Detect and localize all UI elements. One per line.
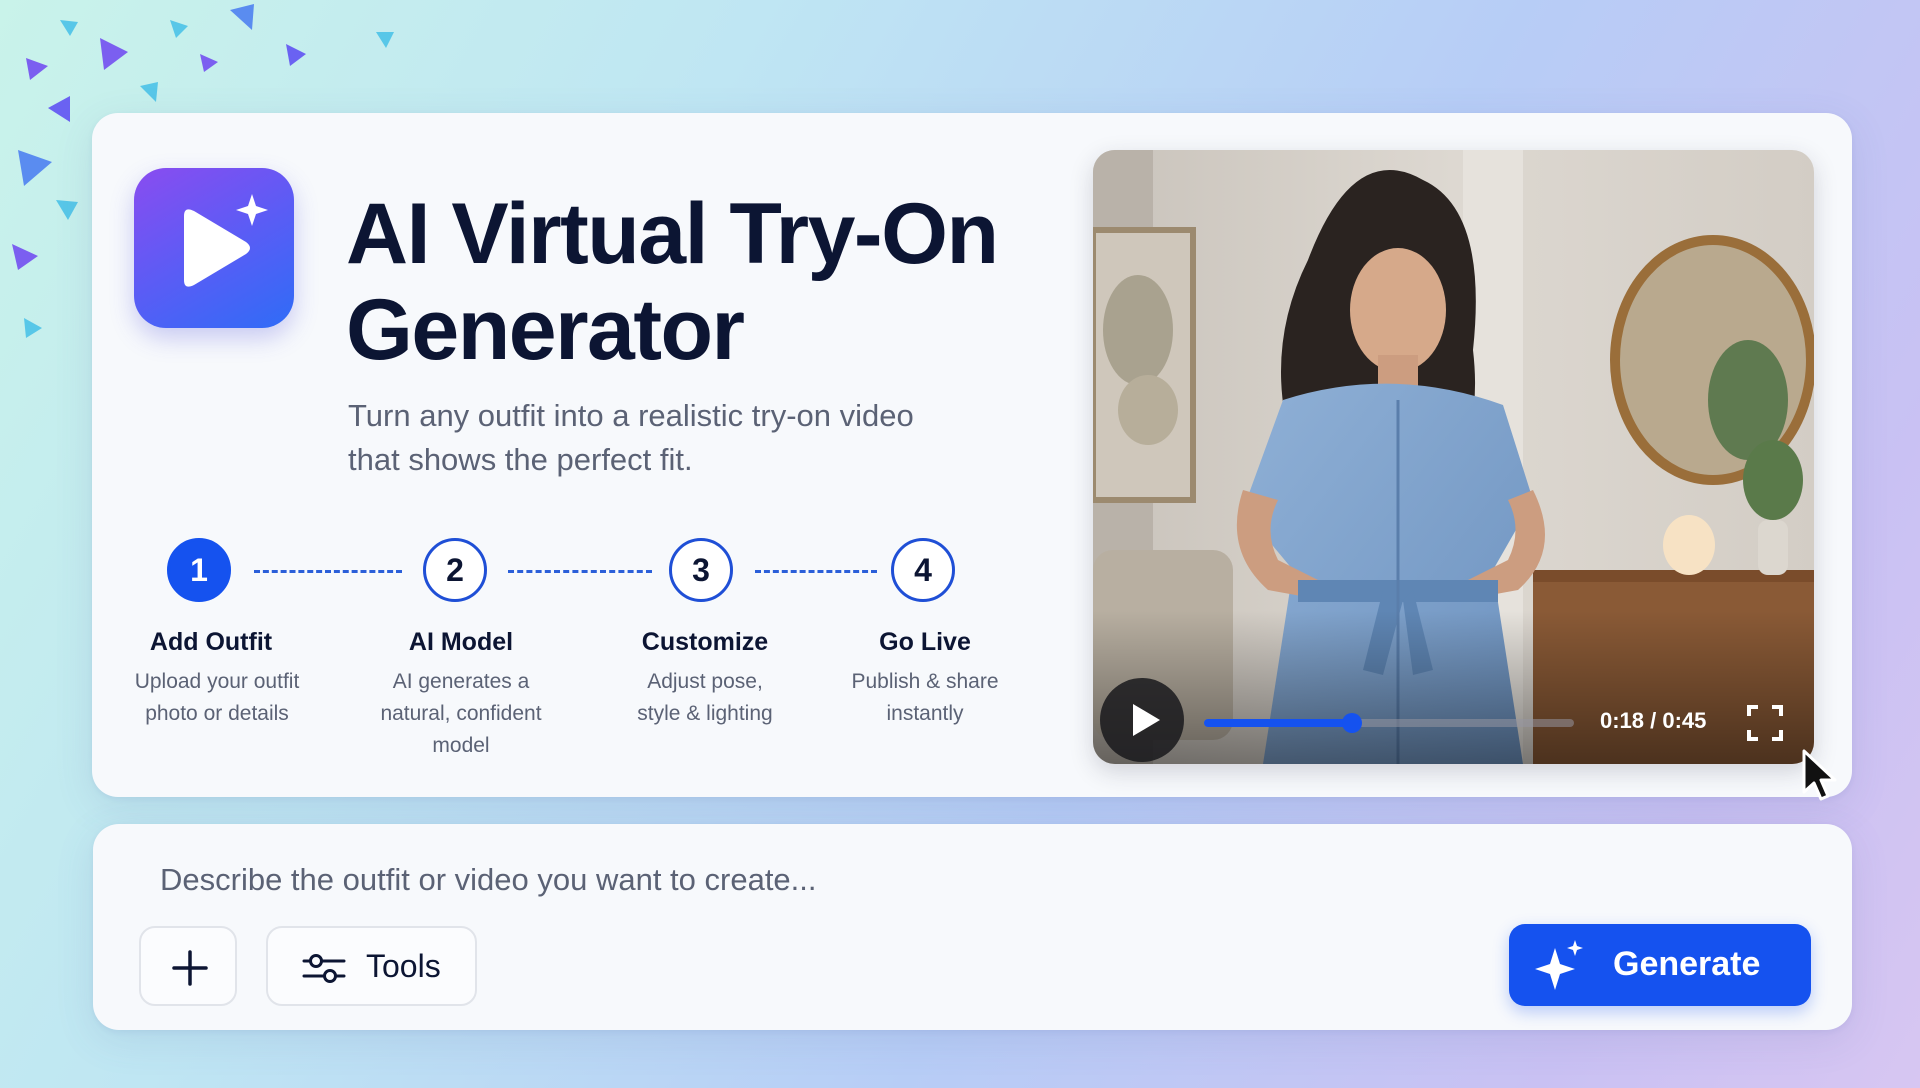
subtitle-line-2: that shows the perfect fit. (348, 442, 693, 477)
step-1-desc-line: Upload your outfit (134, 670, 300, 693)
sparkle-icon (1535, 940, 1583, 990)
tools-label: Tools (366, 948, 441, 984)
step-4-badge[interactable]: 4 (891, 538, 955, 602)
step-2-desc-line: AI generates a (392, 670, 530, 693)
step-1-title: Add Outfit (149, 628, 273, 656)
video-progress-bar[interactable] (1204, 713, 1574, 733)
prompt-input[interactable]: Describe the outfit or video you want to… (160, 862, 817, 898)
video-player[interactable] (1093, 150, 1814, 764)
app-logo (134, 168, 294, 328)
sliders-icon (302, 954, 346, 983)
step-4-desc: Publish & share instantly (815, 666, 1035, 730)
step-4-title: Go Live (879, 628, 971, 656)
step-2-title: AI Model (408, 628, 514, 656)
video-progress-fill (1204, 719, 1352, 727)
fullscreen-icon[interactable] (1746, 704, 1784, 742)
mouse-cursor-icon (1802, 749, 1837, 801)
video-time-display: 0:18 / 0:45 (1600, 708, 1707, 733)
generate-button[interactable]: Generate (1509, 924, 1811, 1006)
step-4-desc-line: instantly (886, 702, 964, 725)
add-attachment-button[interactable] (139, 926, 237, 1006)
step-1-desc-line: photo or details (145, 702, 289, 725)
play-sparkle-icon (184, 194, 268, 287)
step-2-desc-line: model (432, 734, 490, 757)
subtitle-line-1: Turn any outfit into a realistic try-on … (348, 398, 914, 433)
title-line-1: AI Virtual Try-On (346, 186, 999, 282)
generate-label: Generate (1613, 945, 1761, 983)
step-2-desc-line: natural, confident (380, 702, 542, 725)
step-2-badge[interactable]: 2 (423, 538, 487, 602)
step-3-desc-line: Adjust pose, (647, 670, 763, 693)
step-3-desc: Adjust pose, style & lighting (595, 666, 815, 730)
video-scrubber-handle[interactable] (1342, 713, 1362, 733)
step-2-desc: AI generates a natural, confident model (351, 666, 571, 762)
subtitle: Turn any outfit into a realistic try-on … (348, 394, 988, 482)
step-4-desc-line: Publish & share (851, 670, 999, 693)
step-1-badge[interactable]: 1 (167, 538, 231, 602)
step-connector (755, 570, 877, 573)
play-icon (1133, 704, 1160, 736)
step-1-desc: Upload your outfit photo or details (107, 666, 327, 730)
tools-button[interactable]: Tools (266, 926, 477, 1006)
plus-icon (172, 950, 208, 986)
video-play-button[interactable] (1100, 678, 1184, 762)
step-3-desc-line: style & lighting (637, 702, 773, 725)
page-title: AI Virtual Try-On Generator (346, 186, 1046, 378)
title-line-2: Generator (346, 282, 745, 378)
step-3-title: Customize (641, 628, 769, 656)
step-connector (508, 570, 652, 573)
step-connector (254, 570, 402, 573)
step-3-badge[interactable]: 3 (669, 538, 733, 602)
video-frame-image (1093, 150, 1814, 764)
